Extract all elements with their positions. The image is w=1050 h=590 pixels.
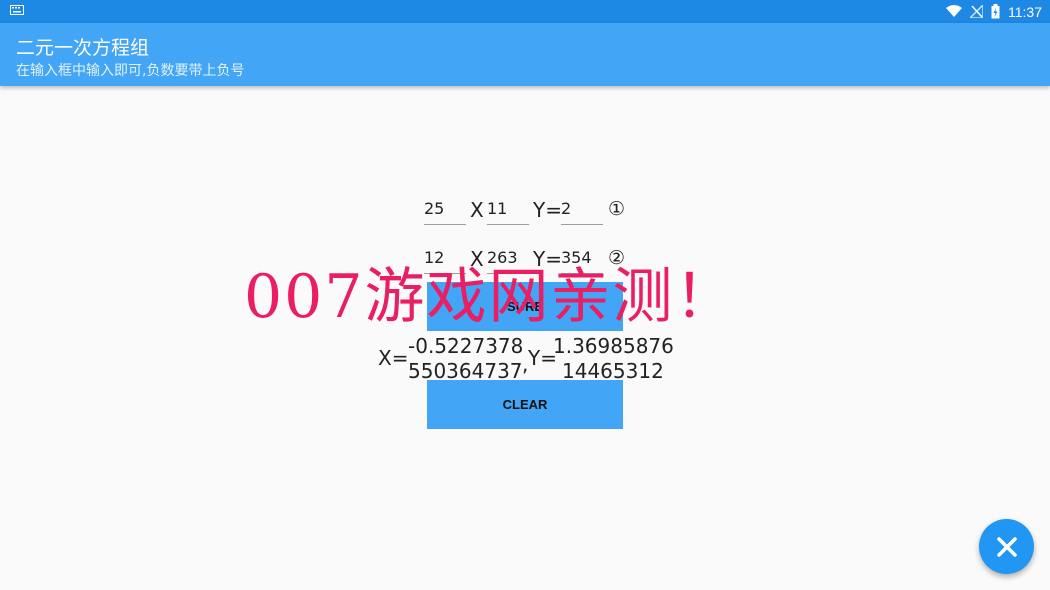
battery-icon	[991, 4, 1000, 19]
wifi-icon	[946, 5, 962, 17]
app-bar: 二元一次方程组 在输入框中输入即可,负数要带上负号	[0, 23, 1050, 86]
eq1-marker: ①	[608, 198, 626, 220]
result-x-label: X=	[378, 346, 409, 370]
result-x-value-line1: -0.5227378	[408, 334, 524, 358]
result-display: X= -0.5227378 550364737 , Y= 1.36985876 …	[378, 334, 678, 384]
watermark-text: 007游戏网亲测！	[244, 262, 737, 332]
eq1-coef-y-input[interactable]: 11	[487, 198, 529, 225]
eq1-const-input[interactable]: 2	[561, 198, 603, 225]
result-y-value-line1: 1.36985876	[553, 334, 674, 358]
page-title: 二元一次方程组	[16, 37, 150, 59]
status-bar: 11:37	[0, 0, 1050, 23]
clear-button[interactable]: CLEAR	[427, 380, 623, 429]
no-signal-icon	[970, 5, 983, 18]
eq1-y-label: Y=	[533, 198, 562, 222]
keyboard-icon	[10, 5, 24, 15]
close-icon	[996, 536, 1017, 557]
page-subtitle: 在输入框中输入即可,负数要带上负号	[16, 63, 245, 79]
close-fab-button[interactable]	[979, 519, 1034, 574]
status-time: 11:37	[1008, 3, 1042, 20]
eq1-coef-x-input[interactable]: 25	[424, 198, 466, 225]
eq1-x-label: X	[470, 198, 484, 222]
